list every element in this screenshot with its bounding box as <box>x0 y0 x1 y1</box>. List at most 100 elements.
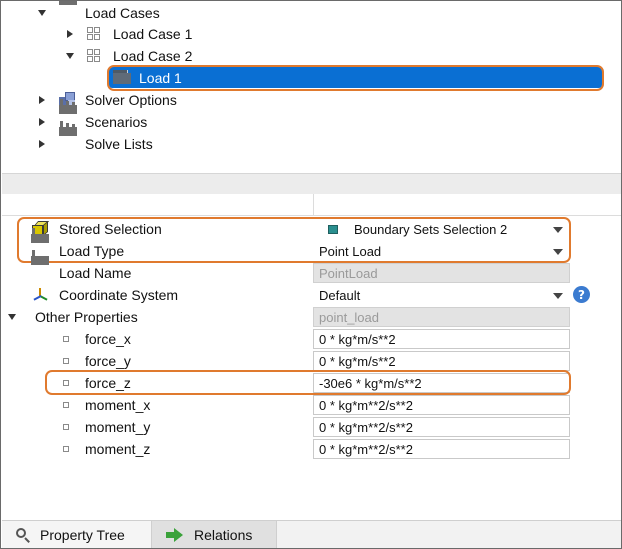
bullet-icon <box>63 358 69 364</box>
selected-row-highlight <box>109 67 602 88</box>
stored-selection-value: Boundary Sets Selection 2 <box>354 221 508 237</box>
tree-item-label: Load Case 2 <box>113 48 193 64</box>
moment-y-value: 0 * kg*m**2/s**2 <box>319 419 413 435</box>
moment-y-field[interactable]: 0 * kg*m**2/s**2 <box>313 417 570 437</box>
property-label-text: moment_y <box>85 419 151 435</box>
grid-icon <box>87 26 105 42</box>
property-label: moment_x <box>63 394 150 416</box>
property-row-other-properties[interactable]: Other Properties point_load <box>1 306 621 328</box>
tree-item-solve-lists[interactable]: Solve Lists <box>35 121 153 155</box>
property-row-stored-selection: Stored Selection Boundary Sets Selection… <box>1 218 621 240</box>
other-properties-value: point_load <box>319 309 379 325</box>
property-label-text: moment_x <box>85 397 151 413</box>
chevron-down-icon[interactable] <box>553 293 563 299</box>
coordinate-system-value: Default <box>319 287 361 303</box>
property-label-text: moment_z <box>85 441 151 457</box>
force-y-value: 0 * kg*m/s**2 <box>319 353 396 369</box>
property-label: moment_y <box>63 416 150 438</box>
property-row-coordinate-system: Coordinate System Default <box>1 284 621 306</box>
load-type-value: Point Load <box>319 243 382 259</box>
tree-item-scenarios[interactable]: Scenarios <box>35 99 148 133</box>
tree-item-label: Load 1 <box>139 70 182 86</box>
factory-icon <box>59 1 77 21</box>
property-grid-header <box>2 194 621 216</box>
bullet-icon <box>63 402 69 408</box>
factory-icon <box>59 121 77 152</box>
expand-arrow-icon[interactable] <box>5 310 19 324</box>
property-label: force_y <box>63 350 131 372</box>
property-row-moment-x: moment_x 0 * kg*m**2/s**2 <box>1 394 621 416</box>
force-y-field[interactable]: 0 * kg*m/s**2 <box>313 351 570 371</box>
property-group-label: Other Properties <box>5 306 138 328</box>
grid-icon <box>87 48 105 64</box>
chevron-down-icon[interactable] <box>553 249 563 255</box>
tree-item-load-cases[interactable]: Load Cases <box>35 1 160 24</box>
tree-item-label: Solve Lists <box>85 136 153 152</box>
bullet-icon <box>63 424 69 430</box>
tree-item-label: Scenarios <box>85 114 148 130</box>
other-properties-field: point_load <box>313 307 570 327</box>
property-label-text: Stored Selection <box>59 221 162 237</box>
expand-arrow-icon[interactable] <box>35 6 49 20</box>
moment-x-field[interactable]: 0 * kg*m**2/s**2 <box>313 395 570 415</box>
tree-item-label: Load Cases <box>85 5 160 21</box>
property-label-text: Coordinate System <box>59 287 179 303</box>
property-row-force-z: force_z -30e6 * kg*m/s**2 <box>1 372 621 394</box>
tab-label: Property Tree <box>40 527 125 543</box>
load-name-field: PointLoad <box>313 263 570 283</box>
tree-item-load-case-1[interactable]: Load Case 1 <box>63 23 192 45</box>
splitter[interactable] <box>2 173 621 194</box>
model-tree: Load Cases Load Case 1 Load Case 2 Load … <box>1 1 621 173</box>
load-name-value: PointLoad <box>319 265 378 281</box>
tree-item-load-case-2[interactable]: Load Case 2 <box>63 45 192 67</box>
force-x-value: 0 * kg*m/s**2 <box>319 331 396 347</box>
properties-panel: Load Cases Load Case 1 Load Case 2 Load … <box>0 0 622 549</box>
help-icon[interactable]: ? <box>573 286 590 303</box>
tree-item-label: Load Case 1 <box>113 26 193 42</box>
moment-z-field[interactable]: 0 * kg*m**2/s**2 <box>313 439 570 459</box>
moment-z-value: 0 * kg*m**2/s**2 <box>319 441 413 457</box>
property-row-force-y: force_y 0 * kg*m/s**2 <box>1 350 621 372</box>
tab-relations[interactable]: Relations <box>152 521 277 548</box>
collapse-arrow-icon[interactable] <box>35 115 49 129</box>
property-label: Stored Selection <box>31 218 162 240</box>
coordinate-system-dropdown[interactable]: Default <box>313 285 570 305</box>
tab-label: Relations <box>194 527 253 543</box>
axes-icon <box>31 287 49 303</box>
force-x-field[interactable]: 0 * kg*m/s**2 <box>313 329 570 349</box>
load-type-dropdown[interactable]: Point Load <box>313 241 570 261</box>
property-label-text: Other Properties <box>35 309 138 325</box>
stored-selection-dropdown[interactable]: Boundary Sets Selection 2 <box>313 219 570 239</box>
force-z-field[interactable]: -30e6 * kg*m/s**2 <box>313 373 570 393</box>
arrow-right-icon <box>166 528 184 542</box>
tree-item-label: Solver Options <box>85 92 177 108</box>
collapse-arrow-icon[interactable] <box>35 137 49 151</box>
bullet-icon <box>63 446 69 452</box>
tree-item-solver-options[interactable]: Solver Options <box>35 89 177 111</box>
property-label-text: Load Name <box>59 265 132 281</box>
property-label: Coordinate System <box>31 284 178 306</box>
property-label: force_z <box>63 372 131 394</box>
property-row-moment-y: moment_y 0 * kg*m**2/s**2 <box>1 416 621 438</box>
expand-arrow-icon[interactable] <box>63 49 77 63</box>
collapse-arrow-icon[interactable] <box>35 93 49 107</box>
bullet-icon <box>63 336 69 342</box>
chevron-down-icon[interactable] <box>553 227 563 233</box>
collapse-arrow-icon[interactable] <box>63 27 77 41</box>
property-label-text: force_z <box>85 375 131 391</box>
property-label-text: force_x <box>85 331 131 347</box>
property-row-load-type: Load Type Point Load <box>1 228 621 262</box>
search-icon <box>16 528 30 543</box>
bottom-tab-bar: Property Tree Relations <box>2 520 621 548</box>
tab-property-tree[interactable]: Property Tree <box>2 521 152 548</box>
property-row-load-name: Load Name PointLoad <box>1 250 621 284</box>
factory-icon <box>31 250 49 281</box>
moment-x-value: 0 * kg*m**2/s**2 <box>319 397 413 413</box>
tree-item-load-1[interactable]: Load 1 <box>113 67 182 89</box>
folder-icon <box>113 70 131 86</box>
property-label: moment_z <box>63 438 150 460</box>
force-z-value: -30e6 * kg*m/s**2 <box>319 375 422 391</box>
property-label-text: Load Type <box>59 243 125 259</box>
property-row-force-x: force_x 0 * kg*m/s**2 <box>1 328 621 350</box>
property-row-moment-z: moment_z 0 * kg*m**2/s**2 <box>1 438 621 460</box>
